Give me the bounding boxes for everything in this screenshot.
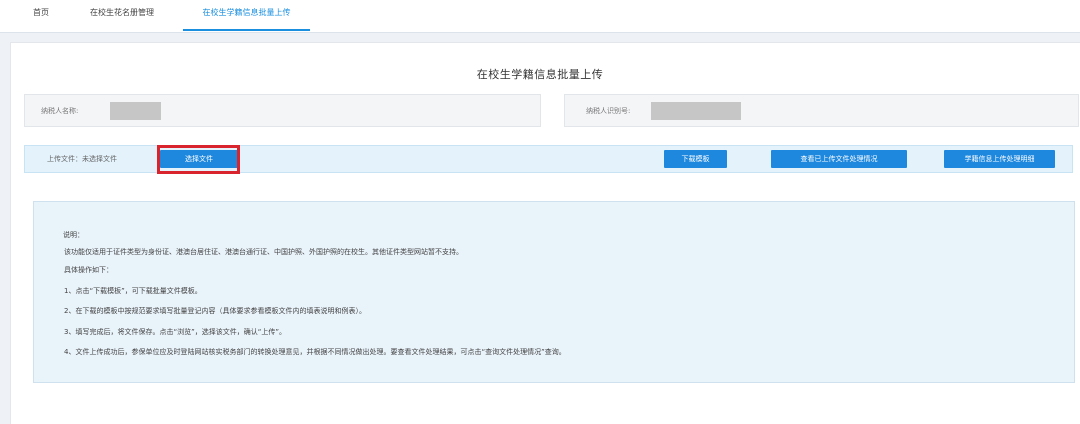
download-template-button[interactable]: 下载模板 [664,150,727,168]
taxpayer-name-value-redacted [110,102,161,120]
upload-file-label: 上传文件：未选择文件 [47,155,117,163]
tab-home[interactable]: 首页 [33,0,49,31]
instructions-line: 该功能仅适用于证件类型为身份证、港澳台居住证、港澳台通行证、中国护照、外国护照的… [64,248,463,256]
upload-details-button[interactable]: 学籍信息上传处理明细 [944,150,1055,168]
instructions-line: 1、点击“下载模板”，可下载批量文件模板。 [64,287,202,295]
page-title: 在校生学籍信息批量上传 [476,68,604,81]
taxpayer-name-box: 纳税人名称: [24,94,541,127]
instructions-heading: 说明： [63,231,84,239]
taxpayer-name-label: 纳税人名称: [41,107,79,115]
instructions-line: 具体操作如下： [64,266,113,274]
tab-student-roster[interactable]: 在校生花名册管理 [90,0,154,31]
taxpayer-id-value-redacted [651,102,741,120]
tab-batch-upload[interactable]: 在校生学籍信息批量上传 [183,0,310,31]
instructions-line: 3、填写完成后，将文件保存。点击“浏览”，选择该文件，确认“上传”。 [64,328,286,336]
instructions-line: 4、文件上传成功后，参保单位应及时登陆网站核实税务部门的转换处理意见，并根据不同… [64,348,566,356]
taxpayer-id-box: 纳税人识别号: [564,94,1079,127]
instructions-box: 说明： 该功能仅适用于证件类型为身份证、港澳台居住证、港澳台通行证、中国护照、外… [33,201,1075,383]
taxpayer-id-label: 纳税人识别号: [586,107,631,115]
choose-file-button[interactable]: 选择文件 [160,150,238,168]
instructions-line: 2、在下载的模板中按规范要求填写批量登记内容（具体要求参看模板文件内的填表说明和… [64,307,366,315]
view-uploaded-files-button[interactable]: 查看已上传文件处理情况 [771,150,907,168]
top-nav: 首页 在校生花名册管理 在校生学籍信息批量上传 [0,0,1080,33]
